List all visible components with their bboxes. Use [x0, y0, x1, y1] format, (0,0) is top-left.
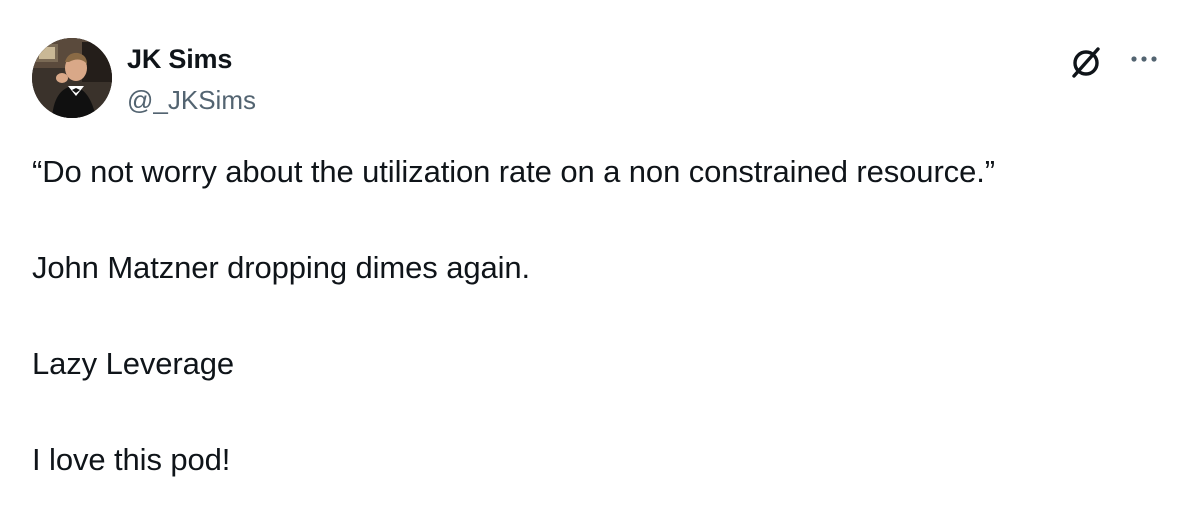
- tweet-paragraph: “Do not worry about the utilization rate…: [32, 154, 995, 189]
- grok-icon[interactable]: [1066, 42, 1106, 82]
- tweet-paragraph: John Matzner dropping dimes again.: [32, 250, 531, 285]
- author-display-name[interactable]: JK Sims: [127, 43, 232, 75]
- tweet-card: JK Sims @_JKSims “Do not worry about the…: [0, 0, 1180, 508]
- tweet-text: “Do not worry about the utilization rate…: [32, 148, 1152, 532]
- avatar-photo: [32, 38, 112, 118]
- more-options-icon[interactable]: [1126, 46, 1162, 72]
- tweet-paragraph: Lazy Leverage: [32, 346, 235, 381]
- author-handle[interactable]: @_JKSims: [127, 84, 256, 116]
- author-avatar[interactable]: [32, 38, 112, 118]
- tweet-paragraph: I love this pod!: [32, 442, 231, 477]
